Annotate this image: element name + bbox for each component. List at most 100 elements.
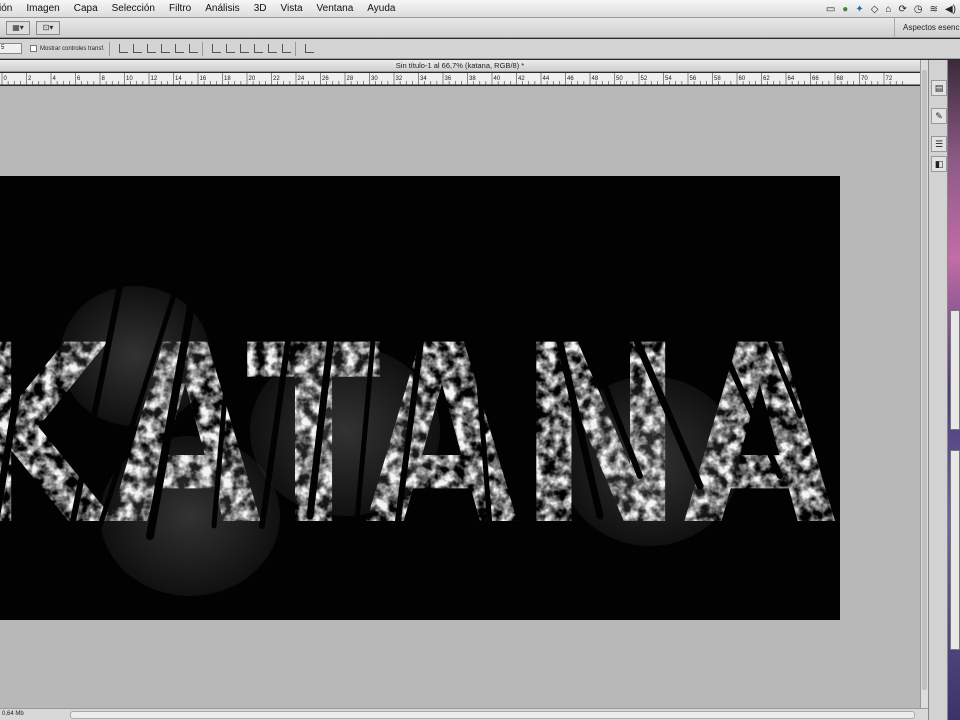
divider — [294, 41, 296, 56]
canvas-area[interactable]: KATANA — [0, 86, 920, 708]
align-right-icon[interactable] — [188, 44, 198, 53]
menu-imagen[interactable]: Imagen — [19, 0, 66, 18]
ruler-label: 6 — [77, 76, 81, 82]
align-left-icon[interactable] — [160, 44, 170, 53]
lock-icon[interactable]: ⌂ — [885, 4, 891, 15]
align-bottom-icon[interactable] — [146, 44, 156, 53]
align-vcenter-icon[interactable] — [132, 44, 142, 53]
horizontal-ruler[interactable]: 0 2 4 6 8 10 12 14 16 18 20 22 24 26 28 30 32 34 36 38 40 42 4… — [0, 73, 920, 85]
screen-mode-button[interactable]: ⊡▾ — [36, 20, 60, 35]
evernote-icon[interactable]: ● — [842, 4, 848, 15]
ruler-label: 36 — [445, 76, 452, 82]
ruler-label: 64 — [788, 76, 795, 82]
katana-text: KATANA — [0, 294, 836, 580]
ruler-label: 8 — [102, 76, 106, 82]
volume-icon[interactable]: ◀) — [945, 4, 956, 15]
ruler-label: 2 — [28, 76, 32, 82]
menu-filtro[interactable]: Filtro — [162, 0, 198, 18]
distribute-right-icon[interactable] — [281, 44, 291, 53]
menu-seleccion[interactable]: Selección — [105, 0, 162, 18]
adjustments-panel-icon[interactable]: ◧ — [931, 156, 947, 172]
dropbox-icon[interactable]: ◇ — [871, 4, 879, 15]
ruler-label: 28 — [347, 76, 354, 82]
brush-panel-icon[interactable]: ✎ — [931, 108, 947, 124]
panel-edge — [950, 310, 960, 430]
ruler-label: 16 — [200, 76, 207, 82]
status-bar: 0,64 Mb — [0, 708, 928, 720]
ruler-label: 50 — [616, 76, 623, 82]
menu-ayuda[interactable]: Ayuda — [360, 0, 402, 18]
ruler-label: 52 — [641, 76, 648, 82]
distribute-top-icon[interactable] — [211, 44, 221, 53]
sync-icon[interactable]: ⟳ — [898, 4, 906, 15]
arrange-documents-button[interactable]: ▦▾ — [6, 20, 30, 35]
menu-vista[interactable]: Vista — [273, 0, 309, 18]
menubar-status-icons: ▭ ● ✦ ◇ ⌂ ⟳ ◷ ≋ ◀) — [826, 0, 956, 18]
document-size-info[interactable]: 0,64 Mb — [0, 709, 24, 720]
size-select[interactable]: 5 — [0, 43, 22, 54]
ruler-label: 26 — [322, 76, 329, 82]
ruler-label: 70 — [861, 76, 868, 82]
ruler-label: 22 — [273, 76, 280, 82]
scrollbar-thumb[interactable] — [922, 70, 927, 690]
ruler-label: 32 — [396, 76, 403, 82]
desktop-background — [948, 60, 960, 720]
ruler-label: 66 — [812, 76, 819, 82]
katana-artwork: KATANA — [0, 243, 836, 580]
tool-options-bar: 5 Mostrar controles transf. — [0, 39, 960, 59]
layers-panel-icon[interactable]: ☰ — [931, 136, 947, 152]
ruler-label: 48 — [592, 76, 599, 82]
vertical-scrollbar[interactable] — [920, 60, 928, 710]
ruler-label: 60 — [739, 76, 746, 82]
clock-icon[interactable]: ◷ — [914, 4, 923, 15]
ruler-label: 4 — [53, 76, 57, 82]
distribute-hcenter-icon[interactable] — [267, 44, 277, 53]
ruler-label: 46 — [567, 76, 574, 82]
align-top-icon[interactable] — [118, 44, 128, 53]
ruler-label: 42 — [518, 76, 525, 82]
ruler-label: 38 — [469, 76, 476, 82]
menu-bar: ción Imagen Capa Selección Filtro Anális… — [0, 0, 960, 18]
workspace-switcher[interactable]: Aspectos esenc — [894, 18, 960, 37]
ruler-label: 44 — [543, 76, 550, 82]
ruler-label: 20 — [249, 76, 256, 82]
transform-controls-checkbox[interactable] — [30, 45, 37, 52]
ruler-label: 12 — [151, 76, 158, 82]
ruler-label: 24 — [298, 76, 305, 82]
divider — [108, 41, 110, 56]
distribute-vcenter-icon[interactable] — [225, 44, 235, 53]
distribute-left-icon[interactable] — [253, 44, 263, 53]
ruler-label: 30 — [371, 76, 378, 82]
ruler-label: 10 — [126, 76, 133, 82]
menu-analisis[interactable]: Análisis — [198, 0, 246, 18]
wifi-icon[interactable]: ≋ — [930, 4, 938, 15]
ruler-label: 40 — [494, 76, 501, 82]
ruler-label: 54 — [665, 76, 672, 82]
menu-3d[interactable]: 3D — [247, 0, 274, 18]
application-bar: ▦▾ ⊡▾ Aspectos esenc — [0, 18, 960, 38]
document-tab[interactable]: Sin título-1 al 66,7% (katana, RGB/8) * — [0, 60, 920, 72]
document-canvas[interactable]: KATANA — [0, 176, 840, 620]
facetime-icon[interactable]: ▭ — [826, 4, 835, 15]
ruler-label: 14 — [175, 76, 182, 82]
ruler-label: 62 — [763, 76, 770, 82]
divider — [201, 41, 203, 56]
menu-capa[interactable]: Capa — [67, 0, 105, 18]
menu-edicion[interactable]: ción — [0, 0, 19, 18]
ruler-label: 68 — [837, 76, 844, 82]
ruler-label: 0 — [4, 76, 8, 82]
distribute-bottom-icon[interactable] — [239, 44, 249, 53]
align-hcenter-icon[interactable] — [174, 44, 184, 53]
twitter-icon[interactable]: ✦ — [855, 4, 863, 15]
panel-edge — [950, 450, 960, 650]
horizontal-scrollbar[interactable] — [70, 711, 915, 719]
ruler-label: 34 — [420, 76, 427, 82]
transform-controls-label: Mostrar controles transf. — [40, 45, 105, 52]
ruler-label: 18 — [224, 76, 231, 82]
ruler-ticks: 0 2 4 6 8 10 12 14 16 18 20 22 24 26 28 30 32 34 36 38 40 42 4… — [1, 73, 903, 85]
history-panel-icon[interactable]: ▤ — [931, 80, 947, 96]
auto-align-icon[interactable] — [304, 44, 314, 53]
menu-ventana[interactable]: Ventana — [310, 0, 361, 18]
ruler-label: 58 — [714, 76, 721, 82]
ruler-label: 72 — [886, 76, 893, 82]
